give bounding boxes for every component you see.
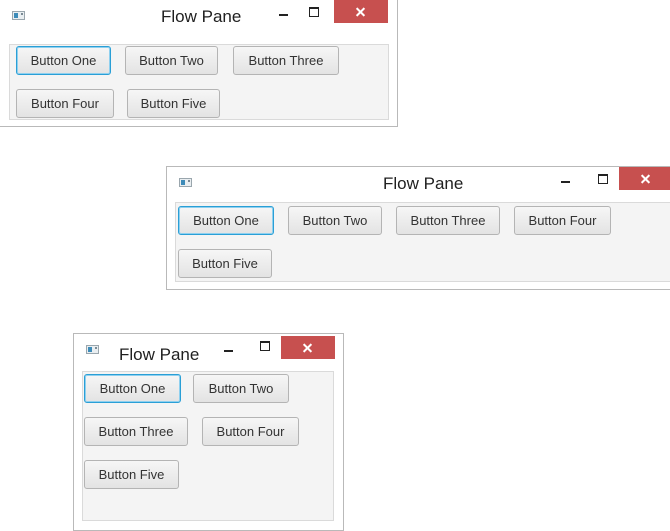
button-four[interactable]: Button Four xyxy=(514,206,611,235)
close-icon[interactable] xyxy=(619,167,670,190)
app-icon xyxy=(86,345,99,354)
close-icon[interactable] xyxy=(281,336,335,359)
app-icon xyxy=(12,11,25,20)
button-three[interactable]: Button Three xyxy=(84,417,188,446)
window-title: Flow Pane xyxy=(161,7,242,26)
button-five[interactable]: Button Five xyxy=(127,89,220,118)
button-three[interactable]: Button Three xyxy=(396,206,500,235)
title-bar[interactable]: Flow Pane xyxy=(0,0,397,33)
flow-pane: Button One Button Two Button Three Butto… xyxy=(9,44,389,120)
button-one[interactable]: Button One xyxy=(16,46,111,75)
title-bar[interactable]: Flow Pane xyxy=(167,167,670,200)
button-two[interactable]: Button Two xyxy=(125,46,218,75)
maximize-icon[interactable] xyxy=(304,4,324,24)
flow-pane: Button One Button Two Button Three Butto… xyxy=(175,202,670,282)
button-two[interactable]: Button Two xyxy=(193,374,289,403)
button-one[interactable]: Button One xyxy=(84,374,181,403)
button-two[interactable]: Button Two xyxy=(288,206,382,235)
window-title: Flow Pane xyxy=(119,345,200,364)
flow-pane-window-2: Flow Pane Button One Button Two Button T… xyxy=(166,166,670,290)
maximize-icon[interactable] xyxy=(255,338,275,358)
minimize-icon[interactable] xyxy=(274,4,294,24)
button-five[interactable]: Button Five xyxy=(178,249,272,278)
flow-pane-window-1: Flow Pane Button One Button Two Button T… xyxy=(0,0,398,127)
button-three[interactable]: Button Three xyxy=(233,46,339,75)
button-four[interactable]: Button Four xyxy=(202,417,299,446)
app-icon xyxy=(179,178,192,187)
flow-pane-window-3: Flow Pane Button One Button Two Button T… xyxy=(73,333,344,531)
flow-pane: Button One Button Two Button Three Butto… xyxy=(82,371,334,521)
minimize-icon[interactable] xyxy=(219,340,239,360)
button-one[interactable]: Button One xyxy=(178,206,274,235)
close-icon[interactable] xyxy=(334,0,388,23)
button-five[interactable]: Button Five xyxy=(84,460,179,489)
minimize-icon[interactable] xyxy=(556,171,576,191)
title-bar[interactable]: Flow Pane xyxy=(74,334,343,367)
maximize-icon[interactable] xyxy=(593,171,613,191)
button-four[interactable]: Button Four xyxy=(16,89,114,118)
window-title: Flow Pane xyxy=(383,174,464,193)
